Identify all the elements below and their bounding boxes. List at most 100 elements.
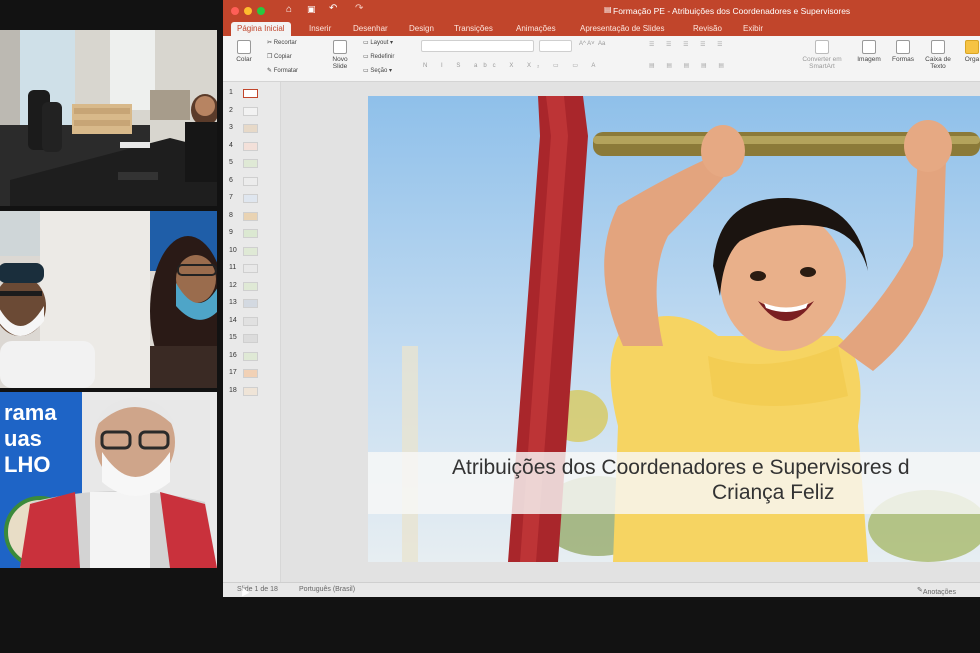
- font-size-field[interactable]: [539, 40, 572, 52]
- document-icon: ▤: [604, 5, 612, 14]
- slide-thumbnail[interactable]: 3: [223, 122, 281, 136]
- slide-thumbnail[interactable]: 18: [223, 385, 281, 399]
- slide-thumbnail-image: [243, 334, 258, 343]
- slide-thumbnail[interactable]: 15: [223, 332, 281, 346]
- home-icon[interactable]: ⌂: [286, 4, 292, 15]
- slide-thumbnail-image: [243, 316, 258, 326]
- slide-thumbnail-number: 11: [229, 264, 237, 271]
- tab-animacoes[interactable]: Animações: [516, 22, 556, 36]
- undo-icon[interactable]: ↶: [329, 3, 337, 14]
- arrange-label: Orga: [964, 56, 980, 63]
- alignment-controls[interactable]: ▤ ▤ ▤ ▤ ▤: [649, 62, 729, 69]
- slide-thumbnail[interactable]: 14: [223, 315, 281, 329]
- slide-thumbnail-image: [243, 141, 258, 151]
- slide-thumbnail-number: 3: [229, 124, 233, 131]
- tab-revisao[interactable]: Revisão: [693, 22, 722, 36]
- convert-smartart-label: Converter em SmartArt: [802, 56, 842, 70]
- slide-title-line-2: Criança Feliz: [712, 481, 835, 504]
- section-button[interactable]: ▭ Seção ▾: [363, 67, 392, 74]
- slide-thumbnail-image: [243, 351, 258, 361]
- tab-design[interactable]: Design: [409, 22, 434, 36]
- save-icon[interactable]: ▣: [307, 4, 316, 15]
- participant-video-office[interactable]: [0, 30, 217, 206]
- slide-thumbnail[interactable]: 5: [223, 157, 281, 171]
- slide-thumbnail-number: 8: [229, 211, 233, 219]
- slide-thumbnail[interactable]: 8: [223, 210, 281, 224]
- slide-thumbnail-image: [243, 229, 258, 238]
- slide-thumbnail-image: [243, 281, 258, 291]
- slide-thumbnail-number: 16: [229, 351, 237, 359]
- arrange-button[interactable]: Orga: [961, 40, 980, 63]
- picture-label: Imagem: [857, 56, 881, 63]
- slide-thumbnail-number: 2: [229, 106, 233, 114]
- window-title: Formação PE - Atribuições dos Coordenado…: [613, 6, 851, 16]
- slide-thumbnail-number: 12: [229, 281, 237, 289]
- slide-title-box[interactable]: Atribuições dos Coordenadores e Supervis…: [368, 452, 980, 514]
- slide-thumbnail[interactable]: 13: [223, 297, 281, 311]
- slide-thumbnail-image: [243, 386, 258, 396]
- participant-video-masked-pair[interactable]: [0, 211, 217, 388]
- reset-button[interactable]: ▭ Redefinir: [363, 53, 394, 60]
- layout-label: Layout: [370, 40, 389, 46]
- slide-thumbnail-image: [243, 211, 258, 221]
- tab-pagina-inicial[interactable]: Página Inicial: [231, 22, 291, 36]
- slide-thumbnail[interactable]: 1: [223, 87, 281, 101]
- slide-thumbnail-pane: 1 2 3 4 5 6 7 8 9 10 11 12 13 14 15 16 17 18: [223, 82, 281, 582]
- new-slide-label: Novo Slide: [332, 56, 348, 70]
- redo-icon[interactable]: ↷: [355, 3, 363, 14]
- slide-thumbnail[interactable]: 7: [223, 192, 281, 206]
- video-call-screen: rama uas LHO ⌂ ▣ ↶ ↷ ▤ Formação PE - Atr…: [0, 0, 980, 653]
- tab-transicoes[interactable]: Transições: [454, 22, 493, 36]
- new-slide-button[interactable]: Novo Slide: [327, 40, 353, 70]
- tab-inserir[interactable]: Inserir: [309, 22, 331, 36]
- slide-thumbnail-number: 9: [229, 229, 233, 236]
- paste-button[interactable]: Colar: [231, 40, 257, 63]
- format-painter-button[interactable]: ✎ Formatar: [267, 67, 298, 74]
- copy-button[interactable]: ❐ Copiar: [267, 53, 292, 60]
- banner-line-1: rama: [4, 400, 57, 425]
- font-size-controls[interactable]: A^ A˅ Aa: [579, 41, 605, 47]
- slide-thumbnail-number: 4: [229, 141, 233, 149]
- maximize-window-button[interactable]: [257, 7, 265, 15]
- layout-button[interactable]: ▭ Layout ▾: [363, 39, 393, 46]
- slide-thumbnail[interactable]: 17: [223, 367, 281, 381]
- copy-label: Copiar: [274, 54, 292, 60]
- notes-label: Anotações: [922, 589, 956, 596]
- banner-text: rama uas LHO: [4, 400, 84, 478]
- slide-thumbnail[interactable]: 16: [223, 350, 281, 364]
- ribbon-toolbar: Colar ✂ Recortar ❐ Copiar ✎ Formatar Nov…: [223, 36, 980, 82]
- smartart-icon: [815, 40, 829, 54]
- picture-button[interactable]: Imagem: [856, 40, 882, 63]
- text-box-button[interactable]: Caixa de Texto: [923, 40, 953, 70]
- participant-video-man-glasses[interactable]: rama uas LHO: [0, 392, 217, 568]
- minimize-window-button[interactable]: [244, 7, 252, 15]
- slide-thumbnail[interactable]: 11: [223, 262, 281, 276]
- cut-label: Recortar: [273, 40, 297, 46]
- office-scene-image: [0, 30, 217, 206]
- paragraph-controls[interactable]: ☰ ☰ ☰ ☰ ☰: [649, 41, 728, 48]
- text-format-controls[interactable]: N I S abc X X₂ ▭ ▭ A: [423, 62, 601, 69]
- close-window-button[interactable]: [231, 7, 239, 15]
- font-name-field[interactable]: [421, 40, 534, 52]
- slide-thumbnail[interactable]: 9: [223, 227, 281, 241]
- convert-smartart-button[interactable]: Converter em SmartArt: [799, 40, 845, 70]
- tab-exibir[interactable]: Exibir: [743, 22, 763, 36]
- current-slide[interactable]: Atribuições dos Coordenadores e Supervis…: [368, 96, 980, 562]
- shapes-button[interactable]: Formas: [890, 40, 916, 63]
- slide-thumbnail-number: 10: [229, 246, 237, 254]
- slide-thumbnail-image: [243, 89, 258, 98]
- slide-thumbnail[interactable]: 10: [223, 245, 281, 259]
- tab-apresentacao-de-slides[interactable]: Apresentação de Slides: [580, 22, 665, 36]
- ribbon-tabs: Página Inicial Inserir Desenhar Design T…: [223, 22, 980, 36]
- slide-thumbnail[interactable]: 6: [223, 175, 281, 189]
- tab-desenhar[interactable]: Desenhar: [353, 22, 388, 36]
- slide-thumbnail[interactable]: 2: [223, 105, 281, 119]
- language-indicator[interactable]: Português (Brasil): [299, 586, 355, 593]
- reset-label: Redefinir: [370, 54, 395, 60]
- notes-button[interactable]: ✎ Anotações: [917, 586, 956, 596]
- cut-button[interactable]: ✂ Recortar: [267, 39, 297, 46]
- slide-thumbnail[interactable]: 4: [223, 140, 281, 154]
- slide-thumbnail[interactable]: 12: [223, 280, 281, 294]
- section-label: Seção: [370, 68, 388, 74]
- slide-editor-pane: Atribuições dos Coordenadores e Supervis…: [281, 82, 980, 582]
